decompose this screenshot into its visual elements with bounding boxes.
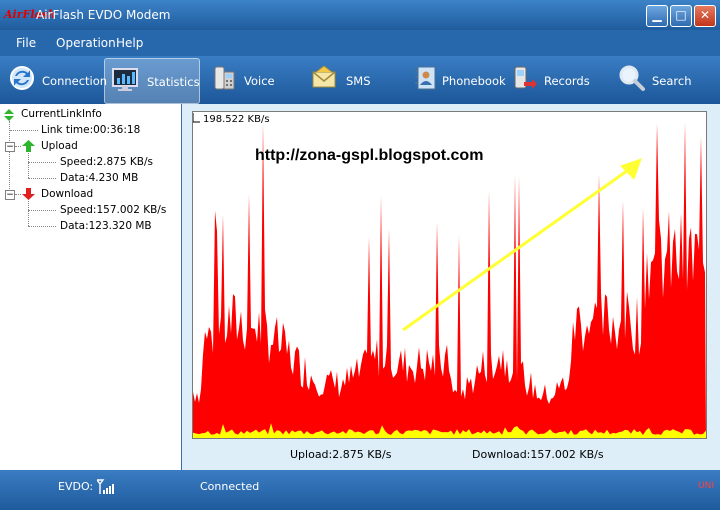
tab-voice-label: Voice [244, 74, 275, 88]
tree-line [28, 178, 56, 179]
records-icon [514, 66, 537, 89]
tree-line [28, 201, 29, 226]
tree-line [9, 121, 10, 195]
upload-speed-label: Upload:2.875 KB/s [290, 448, 392, 461]
close-button[interactable]: ✕ [694, 5, 716, 27]
download-collapse-toggle[interactable]: − [5, 190, 15, 200]
statistics-panel: 198.522 KB/s http://zona-gspl.blogspot.c… [182, 104, 720, 470]
upload-arrow-icon [22, 140, 35, 152]
menu-help[interactable]: Help [116, 36, 143, 50]
trend-arrow-head [620, 158, 642, 180]
tree-link-time: Link time:00:36:18 [41, 124, 141, 136]
status-bar: EVDO: Connected UNI [0, 470, 720, 510]
menu-operation[interactable]: Operation [56, 36, 116, 50]
title-bar: AirFlash AirFlash EVDO Modem ▁ □ ✕ [0, 0, 720, 30]
minimize-button[interactable]: ▁ [646, 5, 668, 27]
connection-icon [10, 66, 34, 90]
tree-download-speed: Speed:157.002 KB/s [60, 204, 167, 216]
tree-upload-speed: Speed:2.875 KB/s [60, 156, 153, 168]
tree-upload[interactable]: Upload [41, 140, 78, 152]
toolbar: Connection Statistics Voice SMS Phoneboo… [0, 56, 720, 104]
tree-download[interactable]: Download [41, 188, 93, 200]
menu-bar: File Operation Help [0, 30, 720, 56]
tab-sms-label: SMS [346, 74, 371, 88]
tab-statistics[interactable]: Statistics [104, 58, 200, 104]
carrier-corner-label: UNI [698, 481, 714, 491]
magnifier-icon [619, 65, 645, 91]
download-speed-label: Download:157.002 KB/s [472, 448, 604, 461]
tree-upload-data: Data:4.230 MB [60, 172, 139, 184]
connection-status: Connected [200, 480, 260, 493]
tab-sms[interactable]: SMS [306, 58, 386, 102]
throughput-graph: 198.522 KB/s http://zona-gspl.blogspot.c… [192, 111, 707, 439]
tree-line [28, 226, 56, 227]
maximize-button[interactable]: □ [670, 5, 692, 27]
download-arrow-icon [22, 188, 35, 200]
tab-search-label: Search [652, 74, 692, 88]
tab-connection-label: Connection [42, 74, 108, 88]
window-title: AirFlash EVDO Modem [36, 8, 171, 22]
tab-voice[interactable]: Voice [206, 58, 286, 102]
close-icon: ✕ [699, 8, 711, 22]
tab-records[interactable]: Records [508, 58, 598, 102]
maximize-icon: □ [675, 8, 687, 22]
tree-line [28, 210, 56, 211]
upload-collapse-toggle[interactable]: − [5, 142, 15, 152]
tree-line [15, 194, 21, 195]
tab-statistics-label: Statistics [147, 75, 200, 89]
signal-strength-icon [97, 479, 114, 494]
tree-download-data: Data:123.320 MB [60, 220, 152, 232]
tree-line [10, 130, 38, 131]
tab-records-label: Records [544, 74, 590, 88]
tree-root-current-link-info[interactable]: CurrentLinkInfo [21, 108, 102, 120]
tab-phonebook-label: Phonebook [442, 74, 506, 88]
tab-connection[interactable]: Connection [4, 58, 107, 102]
tab-phonebook[interactable]: Phonebook [408, 58, 506, 102]
menu-file[interactable]: File [16, 36, 36, 50]
tree-line [28, 153, 29, 178]
link-info-tree: CurrentLinkInfo Link time:00:36:18 − Upl… [0, 104, 181, 470]
phone-icon [214, 66, 235, 90]
envelope-icon [312, 65, 336, 88]
graph-max-label: 198.522 KB/s [203, 114, 270, 125]
minimize-icon: ▁ [652, 8, 662, 22]
phonebook-icon [415, 66, 436, 90]
statistics-icon [112, 68, 138, 91]
max-marker [193, 113, 200, 123]
tree-line [28, 162, 56, 163]
up-down-arrows-icon [4, 109, 14, 121]
tree-line [15, 146, 21, 147]
evdo-label: EVDO: [58, 480, 94, 493]
tab-search[interactable]: Search [614, 58, 698, 102]
overlay-url-text: http://zona-gspl.blogspot.com [255, 147, 484, 164]
